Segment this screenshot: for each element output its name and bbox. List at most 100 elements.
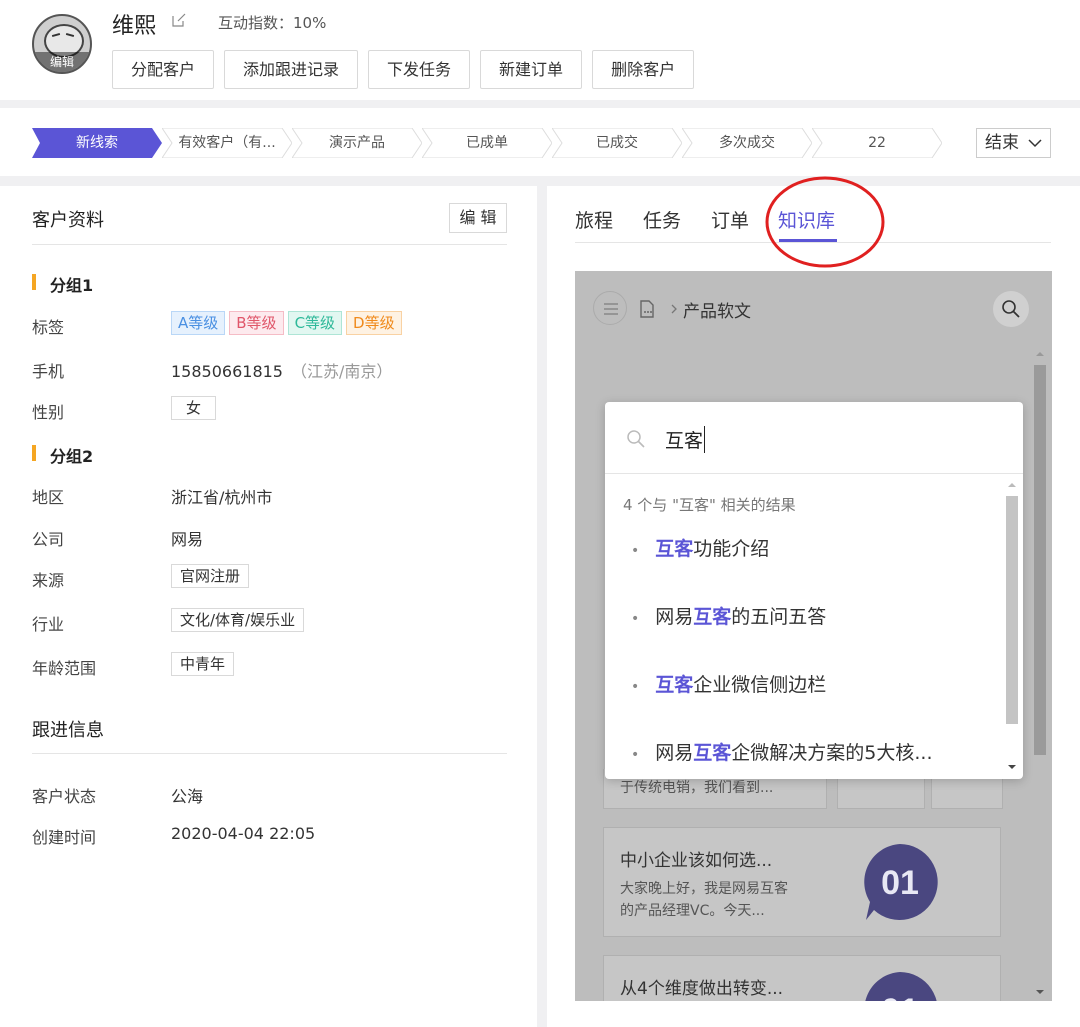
article-badge-icon: 01 — [865, 972, 937, 1001]
search-result-item[interactable]: • 网易互客的五问五答 — [631, 602, 826, 629]
document-icon — [640, 300, 654, 318]
gender-value-wrap: 女 — [171, 396, 217, 420]
bullet: • — [631, 543, 640, 559]
scrollbar-thumb[interactable] — [1034, 365, 1046, 755]
phone-number: 15850661815 — [171, 362, 283, 381]
followup-title: 跟进信息 — [32, 720, 104, 741]
article-badge-number: 01 — [881, 864, 919, 902]
scroll-up-arrow[interactable] — [1003, 476, 1021, 494]
status-value: 公海 — [171, 787, 204, 806]
created-value: 2020-04-04 22:05 — [171, 824, 316, 843]
industry-label: 行业 — [32, 615, 65, 634]
scroll-down-arrow[interactable] — [1003, 758, 1021, 776]
article-badge-number: 01 — [881, 992, 919, 1001]
assign-task-button[interactable]: 下发任务 — [368, 50, 471, 89]
breadcrumb-folder[interactable]: 产品软文 — [683, 297, 751, 322]
scroll-up-arrow[interactable] — [1031, 345, 1049, 363]
source-label: 来源 — [32, 571, 65, 590]
scrollbar-thumb[interactable] — [1006, 496, 1018, 724]
customer-profile-panel: 客户资料 编 辑 分组1 标签 A等级 B等级 C等级 D等级 手机 15850661… — [0, 186, 537, 1027]
group-1-title: 分组1 — [32, 272, 93, 296]
status-label: 客户状态 — [32, 787, 97, 806]
stage-step-closed[interactable]: 已成交 — [552, 128, 682, 158]
customer-name: 维熙 — [112, 14, 157, 39]
age-value: 中青年 — [171, 652, 235, 676]
stage-step-22[interactable]: 22 — [812, 128, 942, 158]
search-result-item[interactable]: • 互客功能介绍 — [631, 534, 769, 561]
knowledge-search-popup: 互客 4 个与 "互客" 相关的结果 • 互客功能介绍 • 网易互客的五问五答 • 互… — [605, 402, 1023, 779]
stage-label: 22 — [868, 135, 886, 151]
stage-step-repeat-deal[interactable]: 多次成交 — [682, 128, 812, 158]
search-input-row[interactable]: 互客 — [605, 402, 1023, 474]
search-icon — [1002, 300, 1020, 318]
avatar-edit-label[interactable]: 编辑 — [34, 52, 90, 72]
menu-icon[interactable] — [593, 291, 627, 325]
results-scrollbar[interactable] — [1003, 476, 1021, 776]
highlight-circle-annotation — [765, 176, 885, 268]
stage-label: 多次成交 — [719, 135, 775, 151]
search-result-item[interactable]: • 网易互客企微解决方案的5大核... — [631, 738, 933, 765]
article-title: 从4个维度做出转变... — [620, 979, 784, 999]
stage-label: 有效客户（有... — [178, 135, 276, 151]
add-followup-button[interactable]: 添加跟进记录 — [224, 50, 359, 89]
search-button[interactable] — [993, 291, 1029, 327]
tag-b-level[interactable]: B等级 — [229, 311, 284, 335]
phone-label: 手机 — [32, 362, 65, 381]
scroll-down-arrow[interactable] — [1031, 983, 1049, 1001]
stage-steps: 新线索 有效客户（有... 演示产品 已成单 已成交 多次成交 22 — [32, 128, 942, 158]
tab-tasks[interactable]: 任务 — [643, 206, 681, 233]
divider — [32, 244, 507, 245]
search-result-item[interactable]: • 互客企业微信侧边栏 — [631, 670, 826, 697]
tab-orders[interactable]: 订单 — [711, 206, 749, 233]
assign-customer-button[interactable]: 分配客户 — [112, 50, 215, 89]
company-value: 网易 — [171, 530, 204, 549]
end-stage-select[interactable]: 结束 — [976, 128, 1051, 158]
hamburger-glyph — [604, 303, 618, 315]
divider — [32, 753, 507, 754]
stage-label: 演示产品 — [329, 135, 385, 151]
source-value: 官网注册 — [171, 564, 250, 588]
kb-scrollbar[interactable] — [1031, 345, 1049, 1001]
stage-step-ordered[interactable]: 已成单 — [422, 128, 552, 158]
industry-value: 文化/体育/娱乐业 — [171, 608, 305, 632]
new-order-button[interactable]: 新建订单 — [480, 50, 583, 89]
age-value-wrap: 中青年 — [171, 652, 235, 676]
highlighted-keyword: 互客 — [655, 674, 694, 696]
tag-c-level[interactable]: C等级 — [287, 311, 343, 335]
search-icon — [627, 430, 645, 448]
edit-profile-button[interactable]: 编 辑 — [449, 203, 507, 233]
stage-step-demo[interactable]: 演示产品 — [292, 128, 422, 158]
tags-label: 标签 — [32, 318, 65, 337]
industry-value-wrap: 文化/体育/娱乐业 — [171, 608, 305, 632]
highlighted-keyword: 互客 — [693, 742, 732, 764]
interaction-index: 互动指数：10% — [218, 12, 326, 33]
search-input[interactable]: 互客 — [665, 426, 706, 453]
phone-location: （江苏/南京） — [290, 362, 393, 381]
edit-name-icon[interactable] — [172, 13, 186, 27]
phone-value: 15850661815 （江苏/南京） — [171, 358, 392, 382]
article-badge-icon: 01 — [864, 844, 938, 920]
stage-step-valid-customer[interactable]: 有效客户（有... — [162, 128, 292, 158]
tag-a-level[interactable]: A等级 — [171, 311, 226, 335]
delete-customer-button[interactable]: 删除客户 — [592, 50, 695, 89]
profile-title: 客户资料 — [32, 210, 104, 231]
tab-journey[interactable]: 旅程 — [575, 206, 613, 233]
customer-avatar[interactable]: 编辑 — [32, 14, 92, 74]
action-buttons: 分配客户 添加跟进记录 下发任务 新建订单 删除客户 — [112, 50, 695, 89]
result-count: 4 个与 "互客" 相关的结果 — [623, 496, 796, 514]
stage-bar: 新线索 有效客户（有... 演示产品 已成单 已成交 多次成交 22 — [0, 108, 1080, 176]
article-title: 中小企业该如何选... — [620, 851, 773, 871]
bullet: • — [631, 611, 640, 627]
stage-label: 已成交 — [596, 135, 638, 151]
article-card[interactable]: 中小企业该如何选... 大家晚上好，我是网易互客的产品经理VC。今天... 01 — [603, 827, 1001, 937]
gender-label: 性别 — [32, 403, 65, 422]
highlighted-keyword: 互客 — [693, 606, 732, 628]
end-select-value: 结束 — [985, 133, 1019, 153]
stage-label: 已成单 — [466, 135, 508, 151]
article-card[interactable]: 从4个维度做出转变... 01 — [603, 955, 1001, 1001]
tag-d-level[interactable]: D等级 — [346, 311, 402, 335]
bullet: • — [631, 747, 640, 763]
source-value-wrap: 官网注册 — [171, 564, 250, 588]
age-label: 年龄范围 — [32, 659, 97, 678]
stage-step-new-lead[interactable]: 新线索 — [32, 128, 162, 158]
